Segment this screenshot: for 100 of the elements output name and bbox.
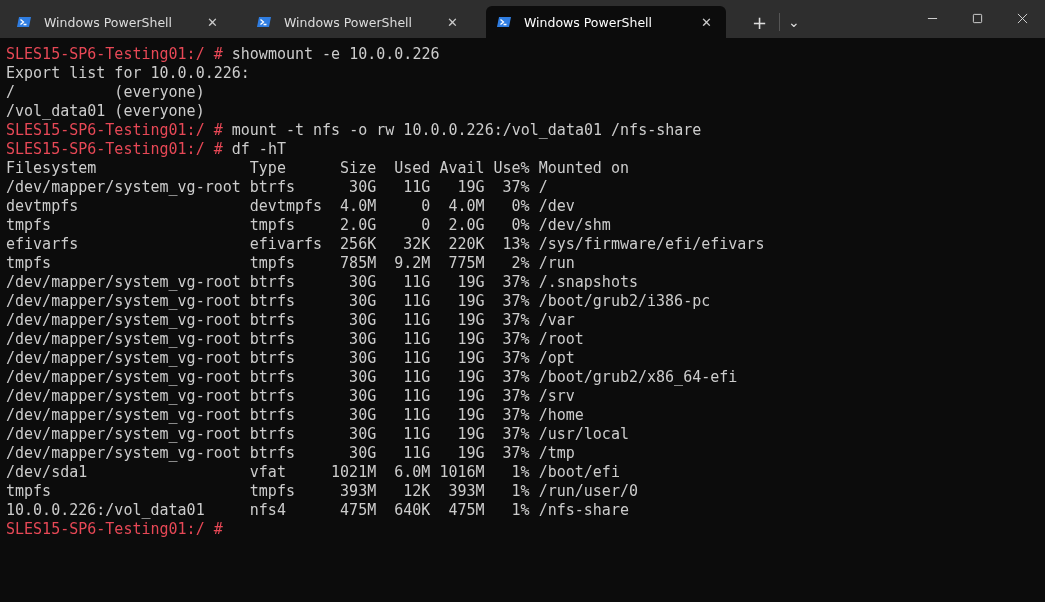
table-cell-text: 640K — [393, 501, 431, 520]
table-cell-text: vfat — [249, 463, 287, 482]
column-header: Type — [249, 159, 287, 178]
table-cell-text: 9.2M — [393, 254, 431, 273]
table-cell-text: 1% — [510, 501, 530, 520]
table-cell-text: 37% — [501, 273, 530, 292]
table-cell-text: btrfs — [249, 387, 296, 406]
table-cell-text: 393M — [339, 482, 377, 501]
table-cell-text: 37% — [501, 387, 530, 406]
table-cell-text: 4.0M — [447, 197, 485, 216]
table-cell-text: 19G — [456, 444, 485, 463]
table-cell: /dev/mapper/system_vg-root — [6, 330, 241, 349]
table-cell-text: 19G — [456, 387, 485, 406]
table-cell-text: /srv — [538, 387, 576, 406]
table-cell-text: 37% — [501, 311, 530, 330]
table-cell-text: /.snapshots — [538, 273, 639, 292]
table-cell-text: 4.0M — [339, 197, 377, 216]
table-cell-text: 37% — [501, 292, 530, 311]
table-cell-text: 30G — [348, 387, 377, 406]
table-cell-text: btrfs — [249, 311, 296, 330]
table-cell-text: 0 — [420, 197, 431, 216]
table-cell-text: /boot/grub2/i386-pc — [538, 292, 712, 311]
table-cell: /dev/mapper/system_vg-root — [6, 178, 241, 197]
table-cell-text: btrfs — [249, 444, 296, 463]
output-line: Export list for 10.0.0.226: — [6, 64, 250, 82]
table-cell-text: 11G — [402, 311, 431, 330]
new-tab-button[interactable]: + — [740, 6, 780, 38]
table-cell-text: btrfs — [249, 292, 296, 311]
table-cell-text: 32K — [402, 235, 431, 254]
table-cell-text: 11G — [402, 178, 431, 197]
table-cell-text: efivarfs — [6, 235, 80, 254]
table-cell-text: 19G — [456, 178, 485, 197]
table-cell-text: 11G — [402, 387, 431, 406]
table-cell-text: 775M — [447, 254, 485, 273]
column-header: Mounted on — [538, 159, 630, 178]
table-cell-text: 30G — [348, 406, 377, 425]
table-cell-text: 0 — [420, 216, 431, 235]
table-cell-text: 475M — [447, 501, 485, 520]
table-cell-text: devtmpfs — [6, 197, 80, 216]
close-tab-button[interactable]: ✕ — [203, 14, 222, 30]
table-cell: /dev/mapper/system_vg-root — [6, 311, 241, 330]
table-cell-text: nfs4 — [249, 501, 287, 520]
close-icon[interactable] — [1017, 13, 1028, 24]
table-cell-text: 1% — [510, 482, 530, 501]
close-tab-button[interactable]: ✕ — [443, 14, 462, 30]
table-cell-text: / — [538, 178, 549, 197]
table-cell-text: btrfs — [249, 178, 296, 197]
close-tab-button[interactable]: ✕ — [697, 14, 716, 30]
table-cell-text: 11G — [402, 368, 431, 387]
tab[interactable]: Windows PowerShell ✕ — [246, 6, 472, 38]
table-cell-text: 11G — [402, 425, 431, 444]
output-line: / (everyone) — [6, 83, 205, 101]
table-cell: 1021M — [331, 463, 377, 482]
table-cell-text: 30G — [348, 273, 377, 292]
powershell-icon — [16, 14, 32, 30]
table-cell-text: 6.0M — [393, 463, 431, 482]
table-cell: 1016M — [439, 463, 485, 482]
table-cell-text: /dev — [538, 197, 576, 216]
table-cell-text: 12K — [402, 482, 431, 501]
tab[interactable]: Windows PowerShell ✕ — [6, 6, 232, 38]
maximize-icon[interactable] — [972, 13, 983, 24]
table-cell-text: 30G — [348, 330, 377, 349]
table-cell: /dev/mapper/system_vg-root — [6, 387, 241, 406]
table-cell: devtmpfs — [249, 197, 323, 216]
tab[interactable]: Windows PowerShell ✕ — [486, 6, 726, 38]
column-header: Filesystem — [6, 159, 98, 178]
table-cell-text: 37% — [501, 406, 530, 425]
dropdown-button[interactable]: ⌄ — [780, 6, 808, 38]
table-cell-text: btrfs — [249, 425, 296, 444]
table-cell: /dev/mapper/system_vg-root — [6, 273, 241, 292]
table-cell-text: 30G — [348, 368, 377, 387]
table-cell-text: 30G — [348, 178, 377, 197]
table-cell-text: 37% — [501, 368, 530, 387]
shell-prompt: SLES15-SP6-Testing01:/ # — [6, 520, 223, 538]
table-cell-text: 13% — [501, 235, 530, 254]
table-cell-text: /run/user/0 — [538, 482, 639, 501]
table-cell-text: 475M — [339, 501, 377, 520]
table-cell-text: 19G — [456, 368, 485, 387]
table-cell-text: 19G — [456, 311, 485, 330]
column-header: Avail — [439, 159, 485, 178]
table-cell-text: /dev/shm — [538, 216, 612, 235]
table-cell-text: btrfs — [249, 349, 296, 368]
table-cell-text: btrfs — [249, 368, 296, 387]
table-cell-text: tmpfs — [249, 254, 296, 273]
table-cell-text: 220K — [447, 235, 485, 254]
table-cell-text: tmpfs — [249, 482, 296, 501]
table-cell-text: 0% — [510, 216, 530, 235]
table-cell: /dev/mapper/system_vg-root — [6, 444, 241, 463]
table-cell: /sys/firmware/efi/efivars — [538, 235, 765, 254]
table-cell-text: 19G — [456, 406, 485, 425]
table-cell-text: 11G — [402, 444, 431, 463]
table-cell-text: 37% — [501, 425, 530, 444]
table-cell: /dev/mapper/system_vg-root — [6, 425, 241, 444]
shell-prompt: SLES15-SP6-Testing01:/ # — [6, 140, 223, 158]
table-cell-text: 11G — [402, 330, 431, 349]
table-cell-text: 393M — [447, 482, 485, 501]
table-cell-text: /opt — [538, 349, 576, 368]
table-cell-text: 19G — [456, 349, 485, 368]
table-cell-text: 785M — [339, 254, 377, 273]
table-cell-text: 19G — [456, 273, 485, 292]
